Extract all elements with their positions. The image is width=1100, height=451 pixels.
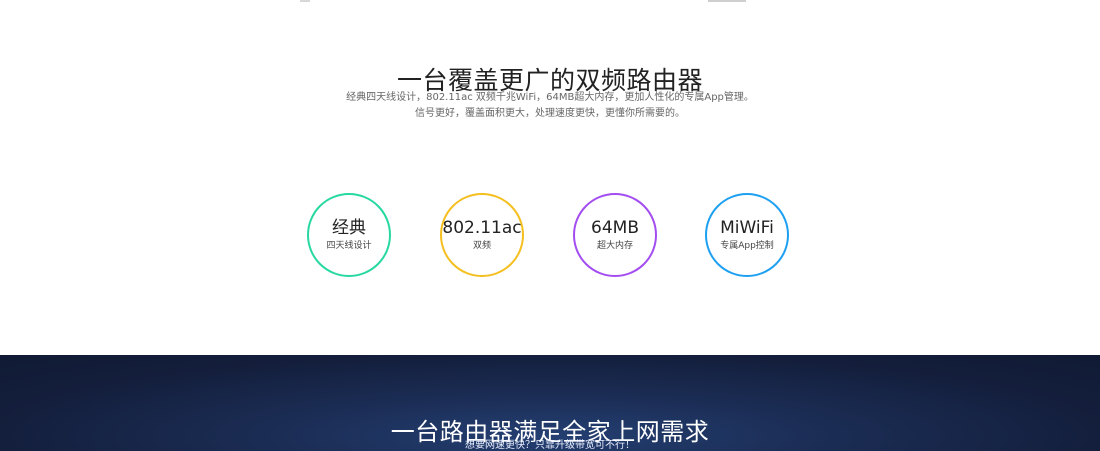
feature-memory-subtitle: 超大内存 bbox=[596, 241, 633, 251]
feature-antenna-circle: 经典 四天线设计 bbox=[307, 193, 391, 277]
router-intro-section: 一台覆盖更广的双频路由器 经典四天线设计，802.11ac 双频千兆WiFi，6… bbox=[0, 0, 1100, 355]
family-network-subtitle: 想要网速更快？只靠升级带宽可不行！ bbox=[465, 440, 635, 451]
feature-app-control-circle: MiWiFi 专属App控制 bbox=[705, 193, 789, 277]
feature-dual-band-subtitle: 双频 bbox=[472, 241, 491, 251]
router-feature-page: 一台覆盖更广的双频路由器 经典四天线设计，802.11ac 双频千兆WiFi，6… bbox=[0, 0, 1100, 451]
feature-dual-band-title: 802.11ac bbox=[442, 218, 522, 238]
family-network-section: 一台路由器满足全家上网需求 想要网速更快？只靠升级带宽可不行！ bbox=[0, 355, 1100, 451]
feature-dual-band-circle: 802.11ac 双频 bbox=[440, 193, 524, 277]
feature-app-control-subtitle: 专属App控制 bbox=[720, 241, 774, 251]
feature-memory-title: 64MB bbox=[591, 218, 639, 238]
feature-antenna-title: 经典 bbox=[332, 218, 366, 238]
top-divider-right bbox=[708, 0, 746, 2]
feature-memory-circle: 64MB 超大内存 bbox=[573, 193, 657, 277]
top-divider-left bbox=[300, 0, 310, 2]
router-description-line-1: 经典四天线设计，802.11ac 双频千兆WiFi，64MB超大内存，更加人性化… bbox=[346, 92, 754, 103]
feature-antenna-subtitle: 四天线设计 bbox=[326, 241, 372, 251]
feature-app-control-title: MiWiFi bbox=[720, 218, 774, 238]
router-description-line-2: 信号更好，覆盖面积更大，处理速度更快，更懂你所需要的。 bbox=[415, 108, 685, 119]
